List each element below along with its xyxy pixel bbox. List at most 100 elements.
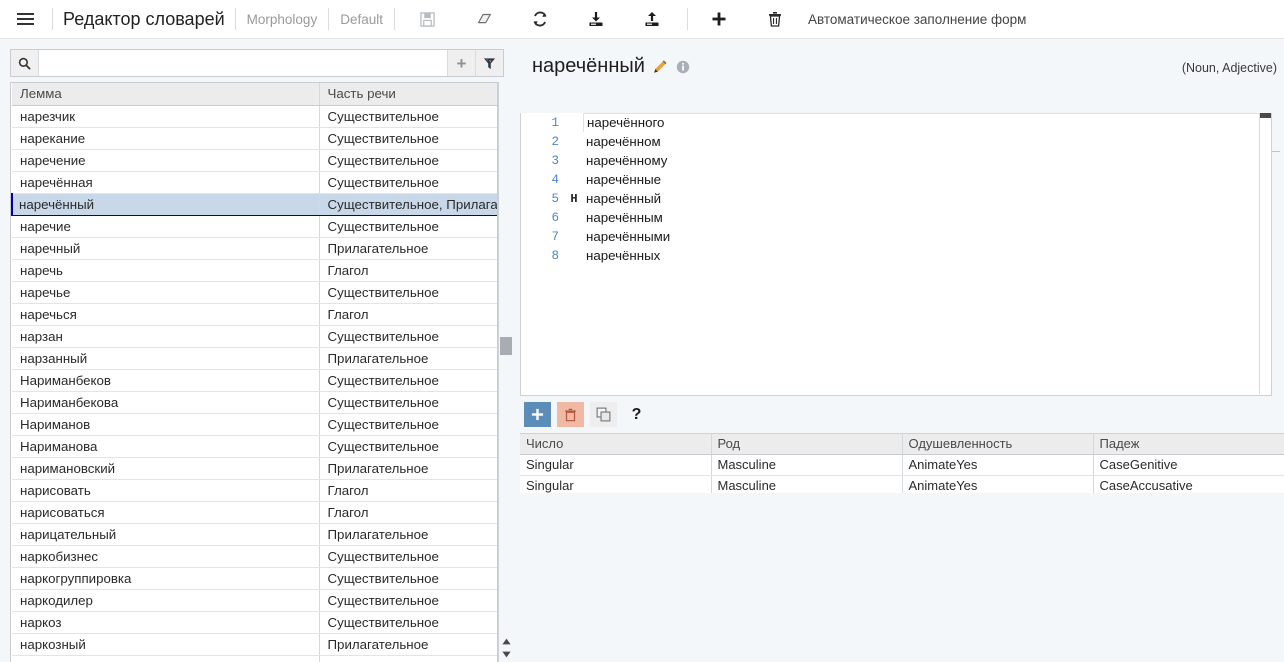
lemma-table-scrollbar[interactable] [498, 82, 512, 662]
word-form-text[interactable]: наречённым [583, 210, 663, 225]
cell-lemma: наречься [12, 303, 320, 326]
copy-form-button[interactable] [590, 402, 617, 427]
word-forms-list: 1 наречённого 2 наречённом 3 наречённому 4 наре… [521, 113, 1271, 265]
table-row[interactable]: нарзан Существительное [12, 325, 497, 348]
table-row[interactable]: наречь Глагол [12, 259, 497, 282]
table-row[interactable]: нарицательный Прилагательное [12, 523, 497, 546]
cell-pos: Существительное [319, 589, 497, 612]
table-row[interactable]: наречие Существительное [12, 215, 497, 238]
table-row[interactable]: наречённая Существительное [12, 171, 497, 194]
attr-row[interactable]: Singular Masculine AnimateYes CaseAccusativ… [520, 475, 1284, 493]
upload-icon[interactable] [633, 0, 671, 38]
lemma-table-container[interactable]: Лемма Часть речи нарезчик Существительное… [10, 82, 498, 662]
scrollbar-thumb[interactable] [500, 337, 512, 355]
table-row[interactable]: наркобизнес Существительное [12, 545, 497, 568]
word-form-row[interactable]: 8 наречённых [521, 246, 1271, 265]
editor-scrollbar[interactable] [1259, 113, 1271, 394]
part-of-speech-note: (Noun, Adjective) [1181, 61, 1277, 75]
word-form-row[interactable]: 7 наречёнными [521, 227, 1271, 246]
pencil-icon[interactable] [653, 59, 668, 74]
table-row[interactable]: Нариманов Существительное [12, 413, 497, 436]
word-form-row[interactable]: 1 наречённого [521, 113, 1271, 132]
add-entry-button[interactable]: + [447, 50, 475, 76]
table-row[interactable]: наречься Глагол [12, 303, 497, 326]
download-icon[interactable] [577, 0, 615, 38]
attr-row[interactable]: Singular Masculine AnimateYes CaseGenitive [520, 454, 1284, 476]
scroll-down-icon[interactable] [501, 649, 511, 659]
word-form-row[interactable]: 6 наречённым [521, 208, 1271, 227]
table-row[interactable]: нарисовать Глагол [12, 479, 497, 502]
cell-pos: Существительное [319, 281, 497, 304]
attr-header-row: Число Род Одушевленность Падеж [520, 433, 1284, 455]
word-form-text[interactable]: наречёнными [583, 229, 670, 244]
table-row[interactable]: Нариманбекова Существительное [12, 391, 497, 414]
save-icon[interactable] [409, 0, 447, 38]
cell-pos: Существительное [319, 567, 497, 590]
search-input[interactable] [39, 50, 447, 76]
plus-icon[interactable] [700, 0, 738, 38]
cell-lemma: наречённая [12, 171, 320, 194]
form-attributes-table-container[interactable]: Число Род Одушевленность Падеж Singular Masc… [520, 433, 1284, 493]
attr-table-body: Singular Masculine AnimateYes CaseGenitive S… [520, 454, 1284, 493]
attr-column-header[interactable]: Падеж [1093, 433, 1284, 455]
word-form-row[interactable]: 2 наречённом [521, 132, 1271, 151]
attr-column-header[interactable]: Одушевленность [902, 433, 1094, 455]
word-forms-editor[interactable]: 1 наречённого 2 наречённом 3 наречённому 4 наре… [520, 113, 1272, 396]
info-icon[interactable] [676, 60, 690, 74]
table-row[interactable]: нарисоваться Глагол [12, 501, 497, 524]
word-form-text[interactable]: наречённому [583, 153, 667, 168]
breadcrumb-morphology[interactable]: Morphology [244, 12, 321, 27]
table-row[interactable]: нарекание Существительное [12, 127, 497, 150]
word-form-text[interactable]: наречённый [583, 191, 661, 206]
table-row[interactable]: наркоз Существительное [12, 611, 497, 634]
column-header-pos[interactable]: Часть речи [319, 83, 497, 106]
table-row[interactable]: нарезчик Существительное [12, 105, 497, 128]
table-row[interactable]: наркоманСуществительное [12, 655, 497, 662]
cell-lemma: наркозный [12, 633, 320, 656]
word-form-row[interactable]: 4 наречённые [521, 170, 1271, 189]
table-row[interactable]: нарзанный Прилагательное [12, 347, 497, 370]
line-number: 5 [551, 191, 559, 206]
filter-button[interactable] [475, 50, 503, 76]
attr-column-header[interactable]: Число [520, 433, 712, 455]
line-number: 6 [551, 210, 559, 225]
table-row[interactable]: наркодилер Существительное [12, 589, 497, 612]
cell-pos: Существительное [319, 369, 497, 392]
word-form-row[interactable]: 3 наречённому [521, 151, 1271, 170]
table-row[interactable]: Нариманбеков Существительное [12, 369, 497, 392]
cell-lemma: нарисоваться [12, 501, 320, 524]
delete-form-button[interactable] [557, 402, 584, 427]
breadcrumb-default[interactable]: Default [337, 12, 386, 27]
column-header-lemma[interactable]: Лемма [12, 83, 320, 106]
table-row[interactable]: наречённыйСуществительное, Прилагательно… [11, 193, 497, 216]
cell-pos: Прилагательное [319, 523, 497, 546]
lemma-title: наречённый [532, 55, 645, 77]
attr-column-header[interactable]: Род [711, 433, 903, 455]
attr-cell: Singular [520, 475, 712, 493]
table-row[interactable]: наркогруппировка Существительное [12, 567, 497, 590]
table-row[interactable]: наречье Существительное [12, 281, 497, 304]
autofill-forms-label[interactable]: Автоматическое заполнение форм [808, 12, 1026, 27]
word-form-text[interactable]: наречённые [583, 172, 661, 187]
cell-pos: Существительное [319, 105, 497, 128]
word-form-text[interactable]: наречённых [583, 248, 660, 263]
word-form-row[interactable]: 5 Hнаречённый [521, 189, 1271, 208]
table-row[interactable]: наркозный Прилагательное [12, 633, 497, 656]
word-form-text[interactable]: наречённом [583, 134, 661, 149]
hamburger-icon[interactable] [6, 0, 44, 38]
table-row[interactable]: наречный Прилагательное [12, 237, 497, 260]
table-row[interactable]: наримановский Прилагательное [12, 457, 497, 480]
refresh-icon[interactable] [521, 0, 559, 38]
help-button[interactable]: ? [623, 402, 650, 427]
attr-cell: AnimateYes [902, 454, 1094, 476]
trash-icon[interactable] [756, 0, 794, 38]
eraser-icon[interactable] [465, 0, 503, 38]
cell-pos: Существительное [319, 413, 497, 436]
add-form-button[interactable] [524, 402, 551, 427]
scroll-up-icon[interactable] [501, 636, 511, 646]
table-row[interactable]: наречение Существительное [12, 149, 497, 172]
line-number: 4 [551, 172, 559, 187]
word-form-text[interactable]: наречённого [583, 113, 1270, 132]
scrollbar-thumb[interactable] [1260, 113, 1271, 118]
table-row[interactable]: Нариманова Существительное [12, 435, 497, 458]
